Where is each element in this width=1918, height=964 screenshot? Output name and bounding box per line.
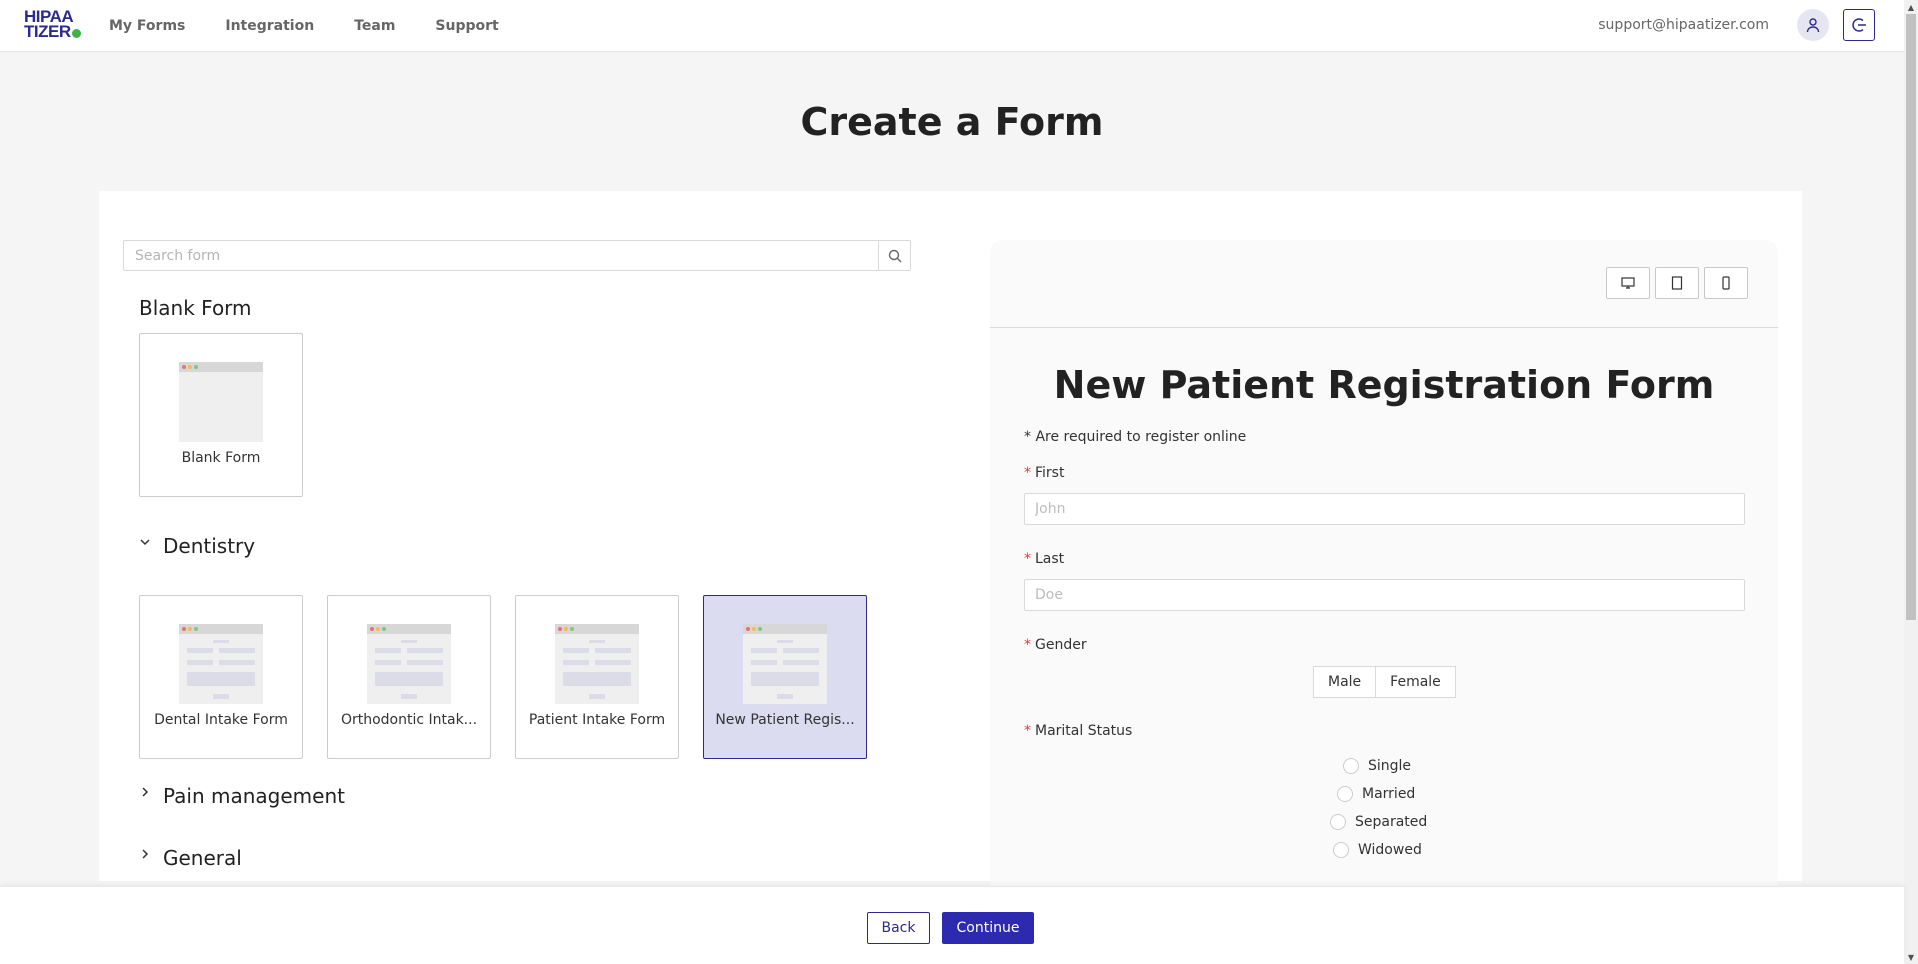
marital-option-single[interactable]: Single	[1343, 758, 1411, 774]
tablet-icon	[1671, 276, 1683, 290]
tile-label: Orthodontic Intak...	[340, 712, 478, 728]
continue-button[interactable]: Continue	[942, 912, 1034, 944]
gender-option-female[interactable]: Female	[1376, 666, 1456, 698]
tile-label: Dental Intake Form	[154, 712, 288, 728]
radio-icon	[1330, 814, 1346, 830]
template-tile-dental-intake[interactable]: Dental Intake Form	[139, 595, 303, 759]
first-name-label: * First	[1024, 465, 1065, 481]
radio-icon	[1333, 842, 1349, 858]
tile-label: Patient Intake Form	[528, 712, 666, 728]
form-thumbnail	[367, 624, 451, 704]
radio-icon	[1343, 758, 1359, 774]
form-thumbnail	[743, 624, 827, 704]
profile-button[interactable]	[1797, 9, 1829, 41]
radio-icon	[1337, 786, 1353, 802]
chevron-right-icon[interactable]	[139, 786, 151, 802]
tile-label: New Patient Regis...	[715, 712, 855, 728]
account-email: support@hipaatizer.com	[1598, 17, 1769, 33]
required-note: * Are required to register online	[1024, 429, 1247, 445]
nav-integration[interactable]: Integration	[225, 18, 314, 34]
logout-button[interactable]	[1843, 9, 1875, 41]
page-title: Create a Form	[800, 100, 1104, 144]
marital-option-widowed[interactable]: Widowed	[1333, 842, 1422, 858]
desktop-view-button[interactable]	[1606, 267, 1650, 299]
search-icon	[888, 249, 901, 262]
template-tile-patient-intake[interactable]: Patient Intake Form	[515, 595, 679, 759]
tile-label: Blank Form	[181, 450, 261, 466]
scrollbar-thumb[interactable]	[1906, 14, 1916, 620]
back-button[interactable]: Back	[867, 912, 930, 944]
mobile-icon	[1722, 276, 1730, 290]
preview-toolbar	[990, 240, 1778, 328]
gender-label: * Gender	[1024, 637, 1087, 653]
mobile-view-button[interactable]	[1704, 267, 1748, 299]
scroll-up-icon[interactable]: ▲	[1904, 0, 1918, 14]
form-thumbnail	[555, 624, 639, 704]
search-button[interactable]	[878, 241, 910, 270]
section-title-general[interactable]: General	[163, 846, 242, 870]
user-icon	[1806, 18, 1820, 33]
main-nav: My Forms Integration Team Support	[109, 0, 539, 52]
marital-option-married[interactable]: Married	[1337, 786, 1415, 802]
template-tile-new-patient-registration[interactable]: New Patient Regis...	[703, 595, 867, 759]
page-scrollbar[interactable]: ▲ ▼	[1904, 0, 1918, 964]
top-nav-bar: HIPAA TIZER My Forms Integration Team Su…	[0, 0, 1904, 52]
form-preview-panel: New Patient Registration Form * Are requ…	[990, 240, 1778, 890]
logo-dot-icon	[71, 29, 81, 38]
blank-thumbnail	[179, 362, 263, 442]
first-name-field[interactable]	[1024, 493, 1745, 525]
search-box	[123, 240, 911, 271]
scroll-down-icon[interactable]: ▼	[1904, 950, 1918, 964]
nav-team[interactable]: Team	[354, 18, 395, 34]
preview-form-title: New Patient Registration Form	[1053, 363, 1715, 407]
nav-support[interactable]: Support	[435, 18, 498, 34]
logout-icon	[1852, 18, 1866, 32]
nav-my-forms[interactable]: My Forms	[109, 18, 185, 34]
search-input[interactable]	[124, 241, 879, 270]
chevron-down-icon[interactable]	[139, 536, 151, 552]
hipaatizer-logo[interactable]: HIPAA TIZER	[24, 8, 90, 41]
chevron-right-icon[interactable]	[139, 848, 151, 864]
section-title-dentistry[interactable]: Dentistry	[163, 534, 255, 558]
form-thumbnail	[179, 624, 263, 704]
last-name-label: * Last	[1024, 551, 1065, 567]
marital-option-separated[interactable]: Separated	[1330, 814, 1427, 830]
template-tile-blank[interactable]: Blank Form	[139, 333, 303, 497]
section-title-pain-management[interactable]: Pain management	[163, 784, 345, 808]
tablet-view-button[interactable]	[1655, 267, 1699, 299]
gender-option-male[interactable]: Male	[1313, 666, 1377, 698]
desktop-icon	[1621, 277, 1635, 289]
marital-status-label: * Marital Status	[1024, 723, 1133, 739]
section-title-blank: Blank Form	[139, 296, 252, 320]
gender-segmented-control: Male Female	[1313, 666, 1456, 698]
template-tile-orthodontic-intake[interactable]: Orthodontic Intak...	[327, 595, 491, 759]
last-name-field[interactable]	[1024, 579, 1745, 611]
